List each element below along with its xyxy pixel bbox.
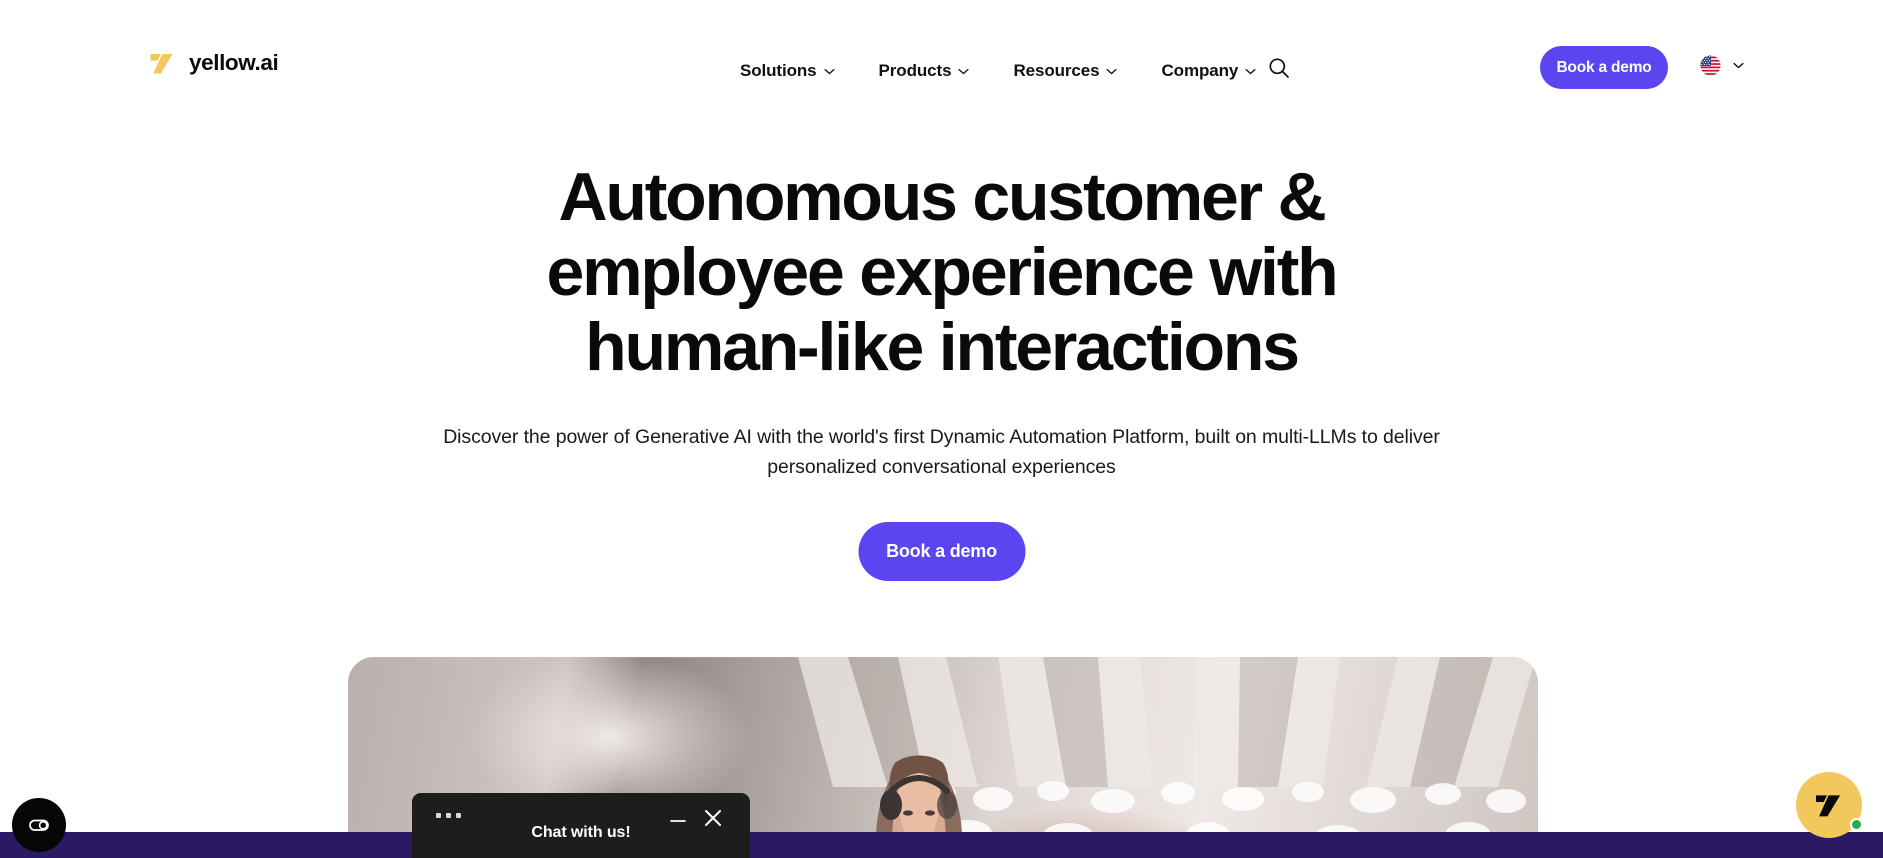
headline-line-1: Autonomous customer & — [558, 159, 1326, 235]
nav-label: Resources — [1013, 61, 1100, 80]
chat-launcher-button[interactable] — [1796, 772, 1863, 838]
chat-popup-title: Chat with us! — [531, 824, 631, 841]
hero-subheadline: Discover the power of Generative AI with… — [443, 426, 1440, 478]
chevron-down-icon — [1106, 68, 1118, 74]
chat-popup-window[interactable]: Chat with us! — [412, 793, 750, 858]
site-header: yellow.ai Solutions Products Resources C… — [0, 0, 1883, 112]
chevron-down-icon — [824, 68, 835, 74]
accessibility-toggle-icon — [29, 819, 49, 831]
main-navigation: Solutions Products Resources Company — [718, 55, 1278, 87]
headline-line-2: employee experience with — [546, 234, 1339, 310]
bottom-purple-band — [0, 832, 1883, 858]
language-selector[interactable] — [1700, 55, 1744, 76]
close-icon[interactable] — [702, 807, 724, 829]
online-status-indicator — [1850, 818, 1863, 831]
chevron-down-icon — [958, 68, 969, 74]
yellow-ai-logo-icon — [1815, 795, 1841, 817]
nav-label: Solutions — [740, 61, 817, 80]
ellipsis-icon[interactable] — [436, 813, 461, 818]
nav-item-solutions[interactable]: Solutions — [718, 55, 857, 87]
page-title: Autonomous customer & employee experienc… — [442, 160, 1442, 385]
nav-label: Company — [1161, 61, 1239, 80]
minimize-icon[interactable] — [668, 811, 688, 831]
page-root: yellow.ai Solutions Products Resources C… — [0, 0, 1883, 858]
yellow-chevron-logo-icon — [150, 54, 173, 74]
nav-label: Products — [878, 61, 952, 80]
search-icon — [1269, 58, 1289, 78]
brand-name: yellow.ai — [189, 49, 279, 75]
nav-item-resources[interactable]: Resources — [991, 55, 1139, 87]
search-button[interactable] — [1265, 54, 1293, 82]
chevron-down-icon — [1245, 68, 1256, 74]
nav-item-company[interactable]: Company — [1139, 55, 1278, 87]
headline-line-3: human-like interactions — [585, 309, 1300, 385]
accessibility-widget-button[interactable] — [12, 798, 66, 852]
us-flag-icon — [1700, 55, 1721, 76]
chevron-down-icon — [1733, 62, 1744, 69]
hero-book-demo-button[interactable]: Book a demo — [858, 522, 1025, 581]
nav-item-products[interactable]: Products — [857, 55, 992, 87]
brand-logo-link[interactable]: yellow.ai — [148, 48, 279, 78]
header-book-demo-button[interactable]: Book a demo — [1540, 46, 1668, 89]
